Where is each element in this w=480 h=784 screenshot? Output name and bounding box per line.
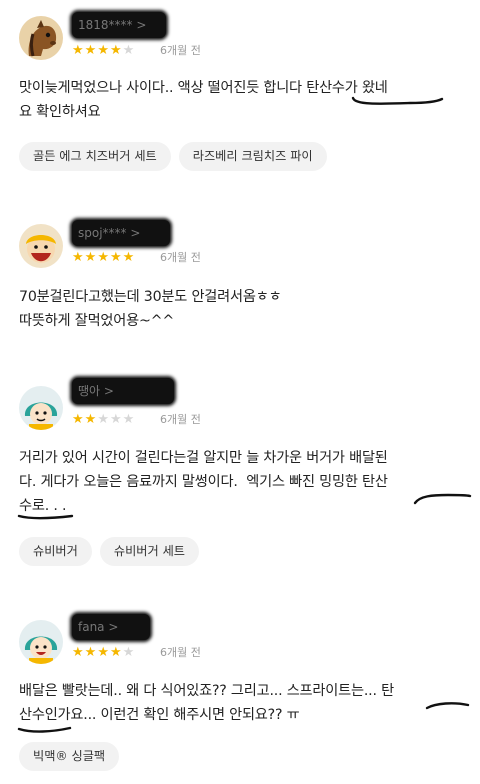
star-filled-icon: ★ (72, 412, 85, 427)
review-date: 6개월 전 (160, 646, 201, 659)
star-empty-icon: ★ (97, 412, 110, 427)
star-rating: ★★★★★ (72, 44, 135, 58)
review-text: 70분걸린다고했는데 30분도 안걸려서옴ㅎㅎ 따뜻하게 잘먹었어용~^^ (19, 289, 282, 329)
star-filled-icon: ★ (122, 250, 136, 265)
star-filled-icon: ★ (84, 412, 98, 427)
username[interactable]: fana > (72, 614, 150, 640)
star-rating: ★★★★★ (72, 251, 135, 265)
star-filled-icon: ★ (97, 43, 110, 58)
star-filled-icon: ★ (97, 250, 110, 265)
username[interactable]: 1818**** > (72, 12, 166, 38)
menu-tags: 슈비버거 슈비버거 세트 (19, 537, 200, 566)
star-filled-icon: ★ (84, 645, 98, 660)
star-filled-icon: ★ (109, 645, 123, 660)
menu-tag[interactable]: 라즈베리 크림치즈 파이 (178, 142, 327, 171)
character-avatar-icon (19, 224, 63, 268)
character-avatar-icon (19, 386, 63, 430)
menu-tag[interactable]: 골든 에그 치즈버거 세트 (19, 142, 171, 171)
star-empty-icon: ★ (122, 412, 136, 427)
avatar[interactable] (19, 224, 63, 268)
star-empty-icon: ★ (122, 43, 136, 58)
horse-avatar-icon (19, 16, 63, 60)
menu-tag[interactable]: 슈비버거 (19, 537, 92, 566)
star-filled-icon: ★ (72, 250, 85, 265)
star-rating: ★★★★★ (72, 646, 135, 660)
menu-tags: 빅맥® 싱글팩 (19, 742, 120, 771)
star-empty-icon: ★ (109, 412, 123, 427)
menu-tag[interactable]: 빅맥® 싱글팩 (19, 742, 120, 771)
star-empty-icon: ★ (122, 645, 136, 660)
menu-tag[interactable]: 슈비버거 세트 (99, 537, 200, 566)
avatar[interactable] (19, 16, 63, 60)
review-text: 거리가 있어 시간이 걸린다는걸 알지만 늘 차가운 버거가 배달된 다. 게다… (19, 450, 388, 514)
star-filled-icon: ★ (84, 43, 98, 58)
review-date: 6개월 전 (160, 251, 201, 264)
username[interactable]: 땡아 > (72, 378, 174, 404)
star-filled-icon: ★ (109, 43, 123, 58)
username[interactable]: spoj**** > (72, 220, 170, 246)
star-filled-icon: ★ (72, 43, 85, 58)
star-filled-icon: ★ (72, 645, 85, 660)
star-rating: ★★★★★ (72, 413, 135, 427)
star-filled-icon: ★ (97, 645, 110, 660)
review-date: 6개월 전 (160, 413, 201, 426)
character-avatar-icon (19, 620, 63, 664)
star-filled-icon: ★ (109, 250, 123, 265)
star-filled-icon: ★ (84, 250, 98, 265)
review-text: 맛이늦게먹었으나 사이다.. 액상 떨어진듯 합니다 탄산수가 왔네 요 확인하… (19, 80, 388, 120)
avatar[interactable] (19, 386, 63, 430)
review-text: 배달은 빨랏는데.. 왜 다 식어있죠?? 그리고... 스프라이트는... 탄… (19, 683, 394, 723)
review-date: 6개월 전 (160, 44, 201, 57)
menu-tags: 골든 에그 치즈버거 세트 라즈베리 크림치즈 파이 (19, 142, 327, 171)
avatar[interactable] (19, 620, 63, 664)
